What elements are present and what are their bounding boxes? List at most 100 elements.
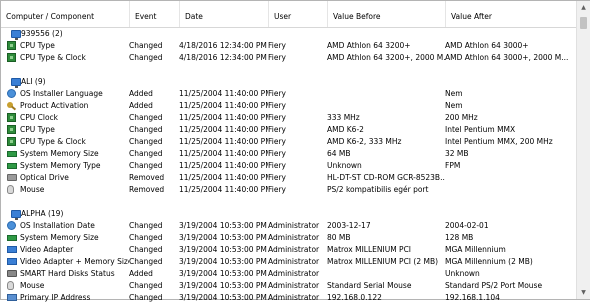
mouse-icon: [7, 185, 14, 194]
event-cell: Changed: [129, 257, 163, 266]
table-row[interactable]: CPU Type & Clock Changed 11/25/2004 11:4…: [1, 136, 576, 148]
spacer-row: [1, 196, 576, 208]
value-after-cell: MGA Millennium (2 MB): [445, 257, 533, 266]
value-before-cell: AMD K6-2, 333 MHz: [327, 137, 402, 146]
value-before-cell: AMD Athlon 64 3200+, 2000 M...: [327, 53, 445, 62]
event-cell: Changed: [129, 245, 163, 254]
table-row[interactable]: CPU Clock Changed 11/25/2004 11:40:00 PM…: [1, 112, 576, 124]
column-header-component[interactable]: Computer / Component: [1, 1, 130, 27]
mouse-icon: [7, 281, 14, 290]
date-cell: 11/25/2004 11:40:00 PM: [179, 161, 268, 170]
table-row[interactable]: OS Installer Language Added 11/25/2004 1…: [1, 88, 576, 100]
value-before-cell: Unknown: [327, 161, 362, 170]
table-row[interactable]: CPU Type & Clock Changed 4/18/2016 12:34…: [1, 52, 576, 64]
column-header-date[interactable]: Date: [180, 1, 269, 27]
value-before-cell: 80 MB: [327, 233, 351, 242]
computer-icon: [11, 78, 21, 88]
column-header-user[interactable]: User: [269, 1, 328, 27]
date-cell: 11/25/2004 11:40:00 PM: [179, 113, 268, 122]
value-after-cell: Standard PS/2 Port Mouse: [445, 281, 543, 290]
date-cell: 3/19/2004 10:53:00 PM: [179, 233, 267, 242]
value-after-cell: [445, 184, 576, 196]
event-cell: Changed: [129, 221, 163, 230]
table-row[interactable]: Optical Drive Removed 11/25/2004 11:40:0…: [1, 172, 576, 184]
value-after-cell: [445, 172, 576, 184]
cpu-icon: [7, 113, 16, 122]
event-cell: Removed: [129, 173, 165, 182]
user-cell: Fiery: [268, 137, 286, 146]
component-name: OS Installer Language: [20, 89, 103, 98]
component-name: System Memory Size: [20, 233, 99, 242]
date-cell: 11/25/2004 11:40:00 PM: [179, 149, 268, 158]
table-row[interactable]: Video Adapter Changed 3/19/2004 10:53:00…: [1, 244, 576, 256]
table-row[interactable]: OS Installation Date Changed 3/19/2004 1…: [1, 220, 576, 232]
scroll-down-arrow-icon[interactable]: ▼: [577, 286, 590, 299]
change-list: 939556 (2) CPU Type Changed 4/18/2016 12…: [1, 28, 576, 304]
scrollbar-thumb[interactable]: [580, 17, 587, 29]
user-cell: Administrator: [268, 281, 320, 290]
date-cell: 11/25/2004 11:40:00 PM: [179, 125, 268, 134]
component-name: Primary IP Address: [20, 293, 91, 302]
event-cell: Changed: [129, 233, 163, 242]
value-after-cell: 2004-02-01: [445, 221, 489, 230]
table-row[interactable]: System Memory Type Changed 11/25/2004 11…: [1, 160, 576, 172]
key-icon: [7, 102, 13, 108]
user-cell: Fiery: [268, 173, 286, 182]
group-title: 939556 (2): [21, 29, 63, 38]
memory-icon: [7, 151, 17, 157]
value-after-cell: 200 MHz: [445, 113, 478, 122]
component-name: OS Installation Date: [20, 221, 95, 230]
date-cell: 11/25/2004 11:40:00 PM: [179, 89, 268, 98]
table-row[interactable]: Mouse Changed 3/19/2004 10:53:00 PM Admi…: [1, 280, 576, 292]
date-cell: 3/19/2004 10:53:00 PM: [179, 293, 267, 302]
event-cell: Changed: [129, 281, 163, 290]
table-row[interactable]: Video Adapter + Memory Size Changed 3/19…: [1, 256, 576, 268]
event-cell: Removed: [129, 185, 165, 194]
vertical-scrollbar[interactable]: ▲ ▼: [576, 1, 590, 299]
video-adapter-icon: [7, 246, 17, 253]
table-row[interactable]: CPU Type Changed 4/18/2016 12:34:00 PM F…: [1, 40, 576, 52]
column-header-value-after[interactable]: Value After: [446, 1, 576, 27]
event-cell: Changed: [129, 125, 163, 134]
column-header-value-before[interactable]: Value Before: [328, 1, 446, 27]
value-after-cell: Unknown: [445, 269, 480, 278]
value-after-cell: Intel Pentium MMX: [445, 125, 516, 134]
date-cell: 3/19/2004 10:53:00 PM: [179, 281, 267, 290]
group-header-939556[interactable]: 939556 (2): [1, 28, 576, 40]
table-row[interactable]: Mouse Removed 11/25/2004 11:40:00 PM Fie…: [1, 184, 576, 196]
table-row[interactable]: SMART Hard Disks Status Added 3/19/2004 …: [1, 268, 576, 280]
date-cell: 3/19/2004 10:53:00 PM: [179, 257, 267, 266]
group-header-ali[interactable]: ALI (9): [1, 76, 576, 88]
component-name: System Memory Type: [20, 161, 101, 170]
user-cell: Fiery: [268, 125, 286, 134]
globe-icon: [7, 221, 16, 230]
date-cell: 3/19/2004 10:53:00 PM: [179, 269, 267, 278]
component-name: System Memory Size: [20, 149, 99, 158]
user-cell: Fiery: [268, 101, 286, 110]
component-name: CPU Type & Clock: [20, 53, 86, 62]
event-cell: Changed: [129, 113, 163, 122]
component-name: CPU Type: [20, 41, 55, 50]
table-row[interactable]: Primary IP Address Changed 3/19/2004 10:…: [1, 292, 576, 304]
column-header-event[interactable]: Event: [130, 1, 180, 27]
value-before-cell: [327, 100, 445, 112]
table-row[interactable]: CPU Type Changed 11/25/2004 11:40:00 PM …: [1, 124, 576, 136]
date-cell: 4/18/2016 12:34:00 PM: [179, 53, 267, 62]
table-row[interactable]: System Memory Size Changed 3/19/2004 10:…: [1, 232, 576, 244]
table-row[interactable]: Product Activation Added 11/25/2004 11:4…: [1, 100, 576, 112]
value-before-cell: AMD K6-2: [327, 125, 364, 134]
value-before-cell: HL-DT-ST CD-ROM GCR-8523B...: [327, 173, 445, 182]
user-cell: Fiery: [268, 53, 286, 62]
cpu-icon: [7, 53, 16, 62]
table-row[interactable]: System Memory Size Changed 11/25/2004 11…: [1, 148, 576, 160]
value-after-cell: Intel Pentium MMX, 200 MHz: [445, 137, 553, 146]
date-cell: 3/19/2004 10:53:00 PM: [179, 221, 267, 230]
optical-drive-icon: [7, 174, 17, 181]
value-after-cell: FPM: [445, 161, 461, 170]
group-header-alpha[interactable]: ALPHA (19): [1, 208, 576, 220]
user-cell: Fiery: [268, 185, 286, 194]
user-cell: Administrator: [268, 233, 320, 242]
memory-icon: [7, 163, 17, 169]
value-before-cell: [327, 88, 445, 100]
scroll-up-arrow-icon[interactable]: ▲: [577, 1, 590, 14]
